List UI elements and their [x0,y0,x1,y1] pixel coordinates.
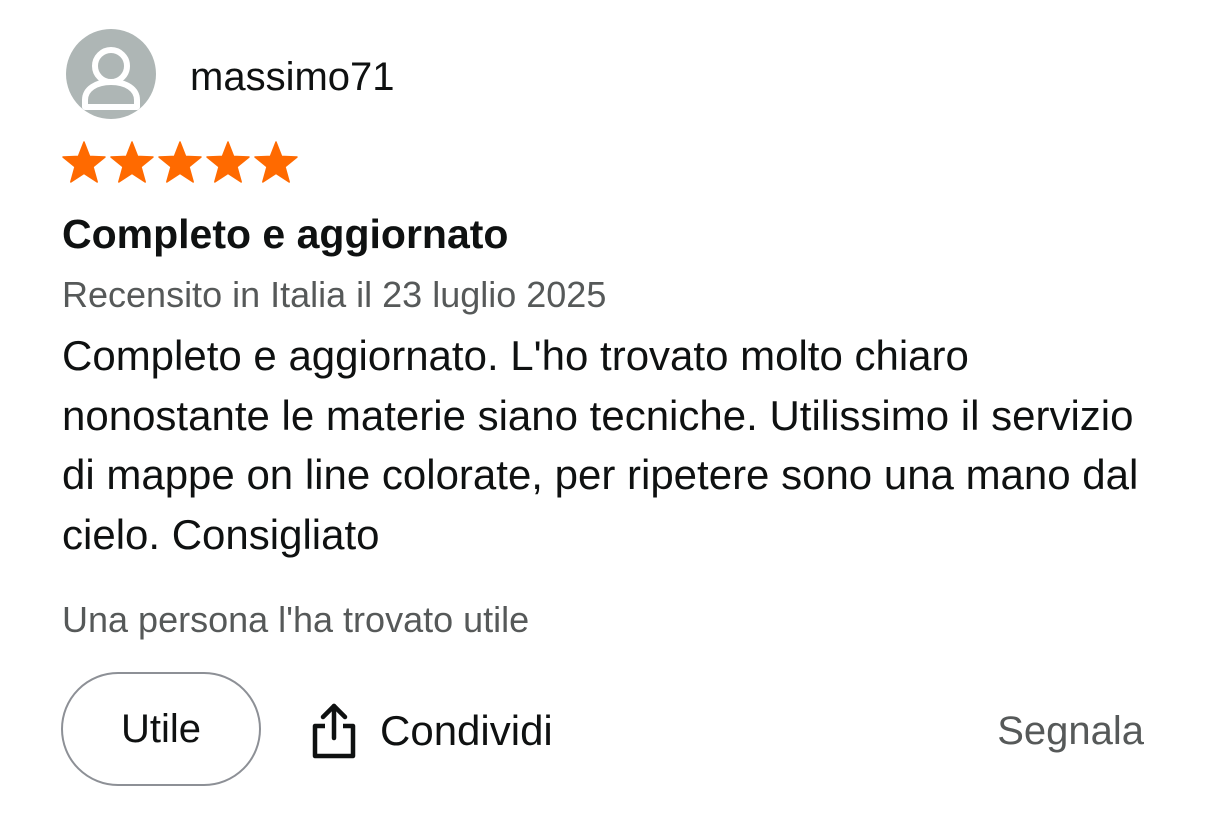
share-button[interactable]: Condividi [310,700,553,762]
review-title[interactable]: Completo e aggiornato [62,206,508,262]
star-icon [254,141,298,183]
user-silhouette-icon [82,47,140,110]
star-icon [206,141,250,183]
helpful-button[interactable]: Utile [61,672,261,786]
report-link[interactable]: Segnala [997,706,1144,756]
review-card: massimo71 Completo e aggiornato Recensit… [0,0,1206,823]
share-label: Condividi [380,707,553,754]
star-icon [158,141,202,183]
reviewer-name[interactable]: massimo71 [190,52,395,102]
star-icon [62,141,106,183]
star-rating [60,140,300,184]
helpful-count: Una persona l'ha trovato utile [62,599,530,640]
star-icon [110,141,154,183]
avatar [66,29,156,119]
review-date: Recensito in Italia il 23 luglio 2025 [62,274,607,315]
review-body: Completo e aggiornato. L'ho trovato molt… [62,332,1139,558]
share-icon [312,703,356,759]
